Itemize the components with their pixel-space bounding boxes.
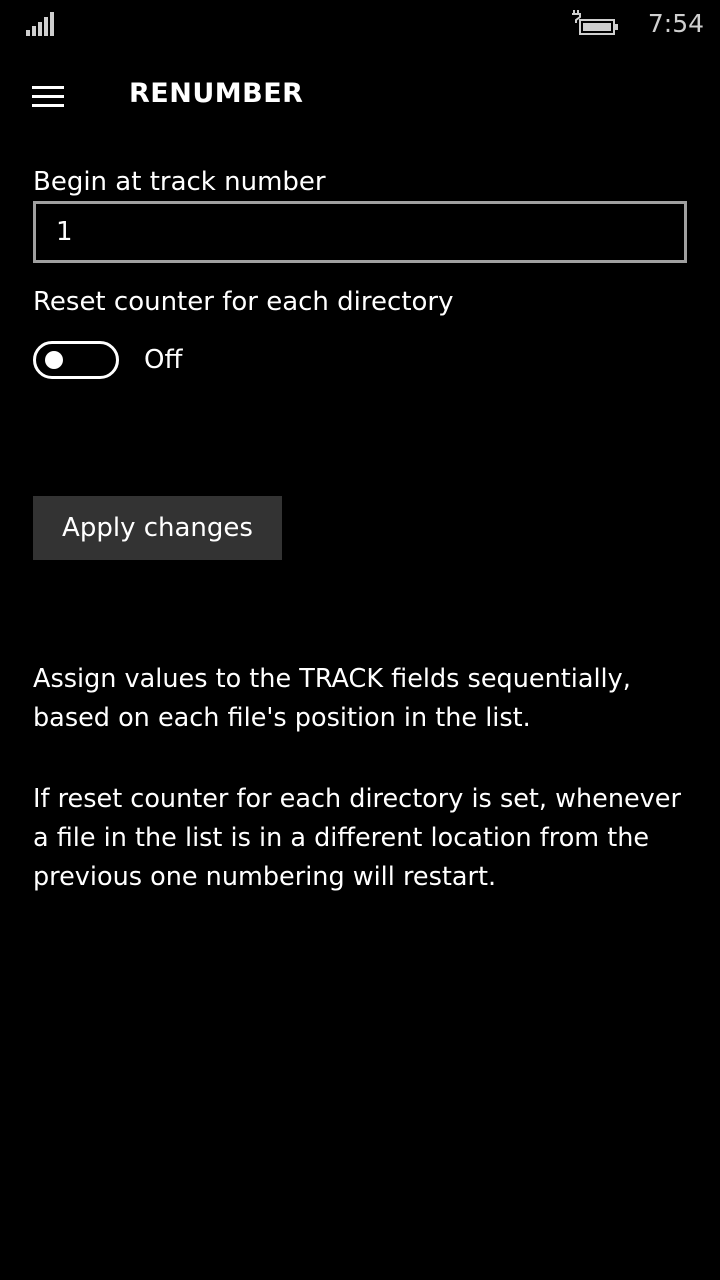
signal-strength-icon [26,12,54,36]
begin-track-input[interactable] [33,201,687,263]
apply-changes-button[interactable]: Apply changes [33,496,282,560]
toggle-knob [45,351,63,369]
battery-charging-icon [572,10,618,35]
description-paragraph-1: Assign values to the TRACK fields sequen… [33,664,631,733]
page-title: RENUMBER [129,78,304,109]
status-clock: 7:54 [647,9,704,38]
hamburger-menu-icon[interactable] [26,78,70,110]
app-header: RENUMBER [0,62,720,126]
description-paragraph-2: If reset counter for each directory is s… [33,784,681,892]
reset-counter-toggle[interactable] [33,341,119,379]
begin-track-label: Begin at track number [33,167,326,197]
reset-counter-label: Reset counter for each directory [33,287,454,317]
status-bar: 7:54 [0,0,720,48]
toggle-state-label: Off [144,345,183,375]
